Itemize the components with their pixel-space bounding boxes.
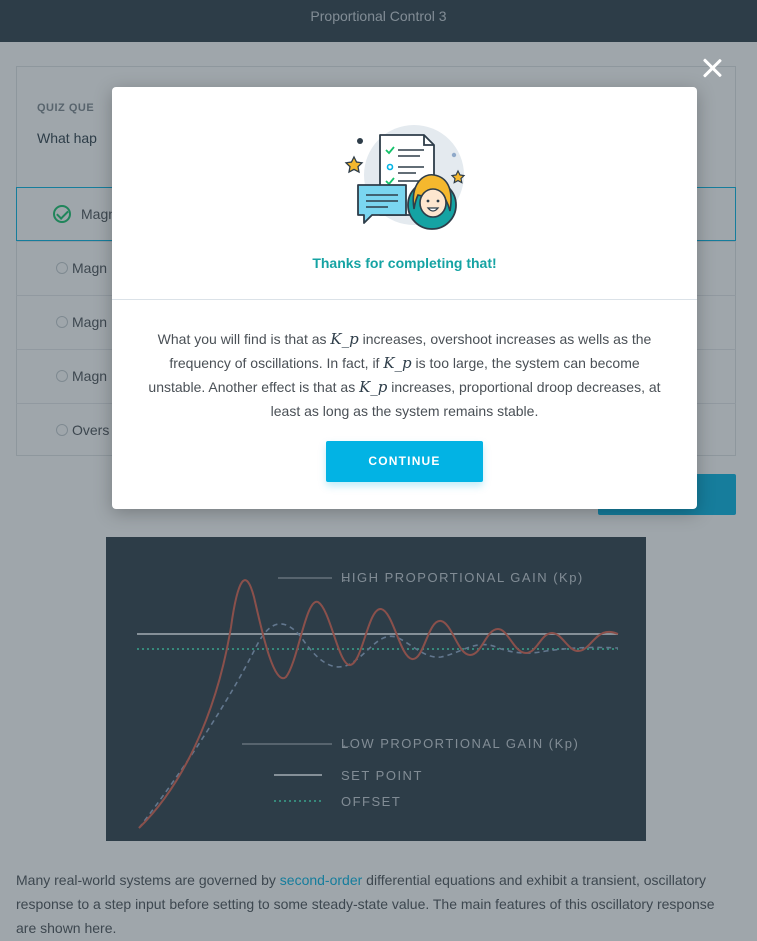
dot-decoration xyxy=(451,152,457,158)
divider xyxy=(112,299,697,300)
completion-modal: Thanks for completing that! What you wil… xyxy=(112,87,697,509)
math-kp: K_p xyxy=(383,354,412,372)
math-kp: K_p xyxy=(330,330,359,348)
math-kp: K_p xyxy=(359,378,388,396)
modal-title: Thanks for completing that! xyxy=(312,255,497,271)
close-icon[interactable] xyxy=(700,56,724,80)
star-icon xyxy=(344,155,364,174)
quiz-complete-illustration xyxy=(344,125,466,230)
body-text: What you will find is that as xyxy=(157,331,331,347)
continue-button[interactable]: CONTINUE xyxy=(326,441,483,482)
dot-decoration xyxy=(357,138,363,144)
modal-body: What you will find is that as K_p increa… xyxy=(142,327,667,423)
